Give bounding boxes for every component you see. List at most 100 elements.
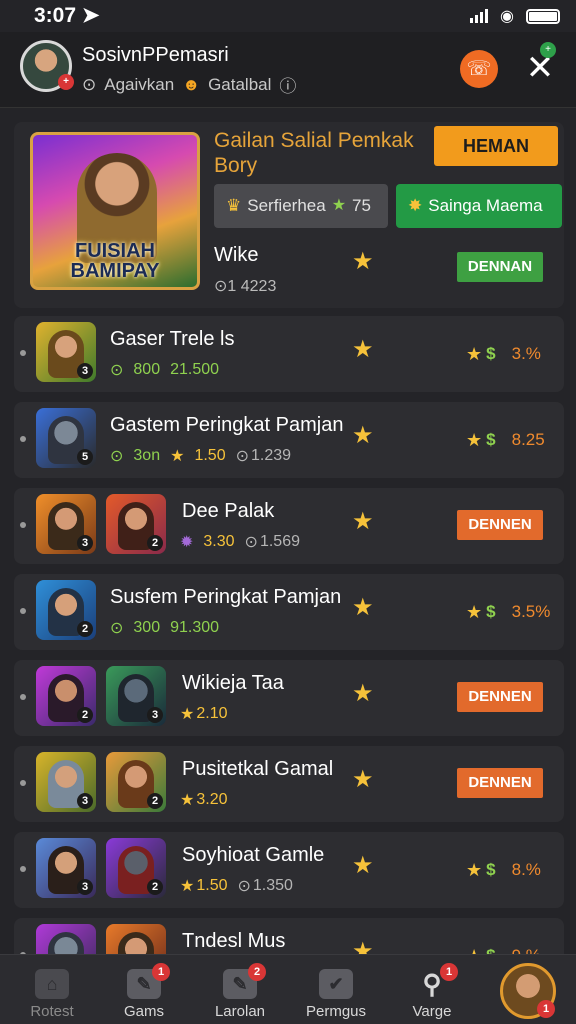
game-stats: ★ 3.20 — [180, 791, 228, 809]
star-icon: ★ — [466, 860, 483, 880]
status-bar: 3:07 ➤ ◉ — [0, 0, 576, 30]
link-icon: ⊙ — [82, 74, 97, 94]
featured-card[interactable]: FUISIAH BAMIPAY Gailan Salial Pemkak Bor… — [14, 122, 564, 308]
header-sub-1: Agaivkan — [104, 74, 175, 94]
game-title: Gaser Trele ls — [110, 328, 235, 350]
tab-permgus[interactable]: ✔ Permgus — [288, 955, 384, 1024]
game-title: Susfem Peringkat Pamjan — [110, 586, 342, 608]
featured-title: Gailan Salial Pemkak Bory — [214, 129, 414, 177]
featured-item-count: ⊙1 4223 — [214, 278, 277, 295]
notification-button[interactable]: ☏ — [460, 50, 498, 88]
game-stats: ★ 1.50 ⊙ 1.350 — [180, 877, 293, 895]
status-time: 3:07 ➤ — [34, 4, 100, 27]
game-thumb: 5 — [36, 408, 96, 468]
game-thumb: 3 — [36, 494, 96, 554]
bullet — [20, 436, 26, 442]
star-icon: ★ — [466, 430, 483, 450]
shield-icon: ✔ — [319, 969, 353, 999]
list-item[interactable]: 2 Susfem Peringkat Pamjan ⊙ 300 91.300 ★… — [14, 574, 564, 650]
game-thumb: 3 — [36, 752, 96, 812]
profile-avatar[interactable]: + — [20, 40, 74, 92]
bullet — [20, 694, 26, 700]
info-icon: ⓘ — [279, 77, 297, 96]
battery-icon — [526, 8, 560, 24]
coin-icon: ⊙ — [237, 878, 251, 895]
tab-home[interactable]: ⌂ Rotest — [4, 955, 100, 1024]
list-item[interactable]: 2 3 Wikieja Taa ★ 2.10 ★ DENNEN — [14, 660, 564, 736]
star-icon: ★ — [352, 766, 374, 793]
header-subline: ⊙ Agaivkan ☻ Gatalbal ⓘ — [82, 72, 296, 97]
list-item[interactable]: 3 2 Dee Palak ✹ 3.30 ⊙ 1.569 ★ DENNEN — [14, 488, 564, 564]
list-item[interactable]: 3 2 Soyhioat Gamle ★ 1.50 ⊙ 1.350 ★ ★ $ … — [14, 832, 564, 908]
dennen-button[interactable]: DENNEN — [457, 682, 543, 712]
close-badge: + — [540, 42, 556, 58]
star-icon: ★ — [180, 706, 195, 723]
tab-larolan[interactable]: ✎ 2 Larolan — [192, 955, 288, 1024]
bullet — [20, 522, 26, 528]
game-title: Wikieja Taa — [182, 672, 284, 694]
game-thumb: 3 — [36, 838, 96, 898]
coin-icon: ⊙ — [235, 448, 249, 465]
status-icons: ◉ — [470, 6, 560, 26]
trophy-icon: ☻ — [182, 74, 201, 94]
home-icon: ⌂ — [35, 969, 69, 999]
crown-icon: ♛ — [226, 196, 242, 215]
game-thumb: 2 — [106, 838, 166, 898]
players-icon: ⊙ — [110, 448, 124, 465]
star-icon: ★ — [352, 680, 374, 707]
game-stats: ⊙ 800 21.500 — [110, 361, 220, 379]
star-icon: ★ — [352, 248, 374, 275]
gear-icon: ✸ — [408, 196, 423, 215]
game-title: Soyhioat Gamle — [182, 844, 325, 866]
game-stats: ⊙ 3on ★ 1.50 ⊙ 1.239 — [110, 447, 292, 465]
username: SosivnPPemasri — [82, 44, 229, 66]
featured-game-image[interactable]: FUISIAH BAMIPAY — [30, 132, 200, 290]
star-icon: ★ — [352, 852, 374, 879]
game-reward: ★ $ 8.25 — [466, 430, 545, 450]
header-sub-2: Gatalbal — [208, 74, 272, 94]
bullet — [20, 780, 26, 786]
game-reward: ★ $ 3.5% — [466, 602, 551, 622]
rank-pill-value: 75 — [352, 196, 371, 215]
players-icon: ⊙ — [110, 620, 124, 637]
tab-badge: 1 — [152, 963, 170, 981]
featured-item-button[interactable]: DENNAN — [457, 252, 543, 282]
star-icon: ★ — [331, 197, 347, 214]
game-title: Tndesl Mus — [182, 930, 286, 952]
tab-games[interactable]: ✎ 1 Gams — [96, 955, 192, 1024]
featured-image-caption: FUISIAH BAMIPAY — [70, 240, 160, 282]
star-icon: ★ — [180, 792, 195, 809]
bullet — [20, 350, 26, 356]
game-reward: ★ $ 8.% — [466, 860, 541, 880]
rank-pill[interactable]: ♛ Serfierhea ★ 75 — [214, 184, 388, 228]
tab-badge: 2 — [248, 963, 266, 981]
list-item[interactable]: 3 Gaser Trele ls ⊙ 800 21.500 ★ ★ $ 3.% — [14, 316, 564, 392]
dollar-icon: $ — [486, 860, 496, 879]
dollar-icon: $ — [486, 344, 496, 363]
tab-search[interactable]: ⚲ 1 Varge — [384, 955, 480, 1024]
list-item[interactable]: 5 Gastem Peringkat Pamjan ⊙ 3on ★ 1.50 ⊙… — [14, 402, 564, 478]
star-icon: ★ — [352, 422, 374, 449]
game-thumb: 2 — [106, 752, 166, 812]
dollar-icon: $ — [486, 430, 496, 449]
star-icon: ★ — [352, 594, 374, 621]
game-title: Pusitetkal Gamal — [182, 758, 334, 780]
heman-button[interactable]: HEMAN — [434, 126, 558, 166]
dennen-button[interactable]: DENNEN — [457, 510, 543, 540]
dollar-icon: $ — [486, 602, 496, 621]
bottom-tab-bar: ⌂ Rotest ✎ 1 Gams ✎ 2 Larolan ✔ Permgus … — [0, 954, 576, 1024]
game-reward: ★ $ 3.% — [466, 344, 541, 364]
game-thumb: 2 — [36, 666, 96, 726]
coin-icon: ⊙ — [244, 534, 258, 551]
gem-icon: ✹ — [180, 534, 194, 551]
wifi-icon: ◉ — [500, 8, 514, 25]
dennen-button[interactable]: DENNEN — [457, 768, 543, 798]
game-title: Dee Palak — [182, 500, 275, 522]
star-icon: ★ — [170, 448, 185, 465]
tab-badge: 1 — [440, 963, 458, 981]
mode-pill[interactable]: ✸ Sainga Maema — [396, 184, 562, 228]
profile-tab-avatar[interactable]: 1 — [500, 963, 556, 1019]
game-stats: ⊙ 300 91.300 — [110, 619, 220, 637]
list-item[interactable]: 3 2 Pusitetkal Gamal ★ 3.20 ★ DENNEN — [14, 746, 564, 822]
game-list: 3 Gaser Trele ls ⊙ 800 21.500 ★ ★ $ 3.% … — [14, 316, 564, 1004]
